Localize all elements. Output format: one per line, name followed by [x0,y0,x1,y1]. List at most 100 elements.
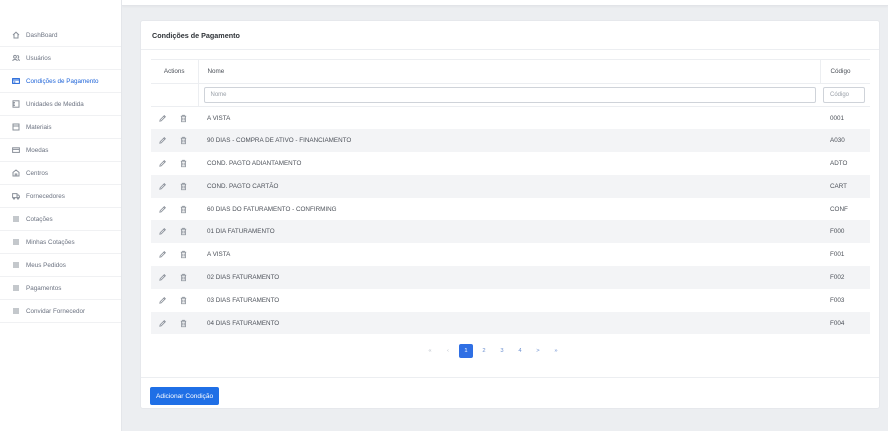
table-row[interactable]: 03 DIAS FATURAMENTO F003 [151,289,870,312]
users-icon [12,54,20,62]
add-condition-button[interactable]: Adicionar Condição [150,387,220,405]
sidebar-item-label: Minhas Cotações [26,238,75,246]
sidebar-item-usuarios[interactable]: Usuários [0,47,121,70]
table-row[interactable]: 90 DIAS - COMPRA DE ATIVO - FINANCIAMENT… [151,129,870,153]
row-nome-cell: COND. PAGTO ADIANTAMENTO [207,159,302,167]
codigo-column-header[interactable]: Código [820,59,870,84]
sidebar-item-cotacoes[interactable]: Cotações [0,208,121,231]
edit-pencil-icon[interactable] [157,250,167,260]
edit-pencil-icon[interactable] [157,136,167,146]
row-codigo-cell: F003 [830,296,845,304]
delete-trash-icon[interactable] [178,136,188,146]
row-codigo-cell: A030 [820,129,870,153]
delete-trash-icon[interactable] [178,227,188,237]
filter-nome-cell: Nome [198,83,820,107]
table-row[interactable]: 04 DIAS FATURAMENTO F004 [151,311,870,335]
row-actions-cell [151,311,198,335]
card-title: Condições de Pagamento [141,21,879,50]
row-nome-cell: 90 DIAS - COMPRA DE ATIVO - FINANCIAMENT… [198,129,820,153]
row-actions-cell [151,152,198,175]
sidebar-item-moedas[interactable]: Moedas [0,139,121,162]
page-button-3[interactable]: 3 [495,344,509,358]
nome-filter-input[interactable]: Nome [203,87,816,103]
table-row[interactable]: COND. PAGTO CARTÃO CART [151,174,870,198]
row-codigo-cell: F002 [820,266,870,289]
row-codigo-cell: ADTO [830,159,848,167]
edit-pencil-icon[interactable] [157,113,167,123]
filter-row: Nome Código [151,83,870,107]
sidebar-item-materiais[interactable]: Materiais [0,116,121,139]
row-nome-cell: 03 DIAS FATURAMENTO [207,296,280,304]
table-body: A VISTA 0001 90 DIAS - COMPRA DE ATIVO - F… [151,107,870,335]
sidebar-item-label: Usuários [26,54,51,62]
list-icon [12,238,20,246]
page-button-1[interactable]: 1 [459,344,473,358]
filter-codigo-cell: Código [820,83,870,107]
prev-page-button[interactable]: ‹ [441,344,455,358]
delete-trash-icon[interactable] [178,272,188,282]
row-actions-cell [151,129,198,153]
edit-pencil-icon[interactable] [157,272,167,282]
sidebar-item-convidar-fornecedor[interactable]: Convidar Fornecedor [0,300,121,323]
table-header-row: Actions Nome Código [151,59,870,84]
delete-trash-icon[interactable] [178,204,188,214]
sidebar-item-label: Materiais [26,123,52,131]
page-button-2[interactable]: 2 [477,344,491,358]
table-row[interactable]: A VISTA F001 [151,243,870,266]
page-button-4[interactable]: 4 [513,344,527,358]
card-icon [12,77,20,85]
delete-trash-icon[interactable] [178,158,188,168]
pagination: « ‹ 1 2 3 4 > » [423,344,563,358]
delete-trash-icon[interactable] [178,181,188,191]
edit-pencil-icon[interactable] [157,295,167,305]
row-nome-cell: A VISTA [207,114,231,122]
table-row[interactable]: 01 DIA FATURAMENTO F000 [151,220,870,244]
payment-conditions-table: Actions Nome Código Nome Código A VISTA 0… [151,59,870,335]
sidebar: DashBoard Usuários Condições de Pagament… [0,0,122,431]
sidebar-item-label: Condições de Pagamento [26,77,99,85]
row-nome-cell: COND. PAGTO CARTÃO [198,174,820,198]
edit-pencil-icon[interactable] [157,318,167,328]
table-row[interactable]: A VISTA 0001 [151,107,870,130]
edit-pencil-icon[interactable] [157,181,167,191]
sidebar-item-label: Fornecedores [26,192,65,200]
table-row[interactable]: 02 DIAS FATURAMENTO F002 [151,266,870,289]
list-icon [12,284,20,292]
sidebar-item-label: DashBoard [26,31,58,39]
sidebar-item-unidades-de-medida[interactable]: Unidades de Medida [0,93,121,116]
edit-pencil-icon[interactable] [157,204,167,214]
sidebar-item-label: Unidades de Medida [26,100,84,108]
last-page-button[interactable]: » [549,344,563,358]
next-page-button[interactable]: > [531,344,545,358]
sidebar-item-condicoes-de-pagamento[interactable]: Condições de Pagamento [0,70,121,93]
row-actions-cell [151,198,198,221]
edit-pencil-icon[interactable] [157,227,167,237]
table-row[interactable]: COND. PAGTO ADIANTAMENTO ADTO [151,152,870,175]
sidebar-item-fornecedores[interactable]: Fornecedores [0,185,121,208]
first-page-button[interactable]: « [423,344,437,358]
table-row[interactable]: 60 DIAS DO FATURAMENTO - CONFIRMING CONF [151,198,870,221]
sidebar-item-dashboard[interactable]: DashBoard [0,24,121,47]
sidebar-item-label: Moedas [26,146,49,154]
row-nome-cell: A VISTA [207,251,231,259]
sidebar-item-label: Cotações [26,215,53,223]
delete-trash-icon[interactable] [178,295,188,305]
top-bar [122,0,888,6]
delete-trash-icon[interactable] [178,318,188,328]
card-footer-divider [141,377,879,378]
home-icon [12,31,20,39]
sidebar-item-minhas-cotacoes[interactable]: Minhas Cotações [0,231,121,254]
sidebar-item-centros[interactable]: Centros [0,162,121,185]
list-icon [12,261,20,269]
sidebar-item-meus-pedidos[interactable]: Meus Pedidos [0,254,121,277]
row-codigo-cell: CONF [830,205,848,213]
delete-trash-icon[interactable] [178,250,188,260]
truck-icon [12,192,20,200]
sidebar-item-pagamentos[interactable]: Pagamentos [0,277,121,300]
sidebar-item-label: Convidar Fornecedor [26,307,86,315]
delete-trash-icon[interactable] [178,113,188,123]
codigo-filter-input[interactable]: Código [823,87,865,103]
edit-pencil-icon[interactable] [157,158,167,168]
row-codigo-cell: 0001 [830,114,845,122]
nome-column-header[interactable]: Nome [198,59,821,84]
